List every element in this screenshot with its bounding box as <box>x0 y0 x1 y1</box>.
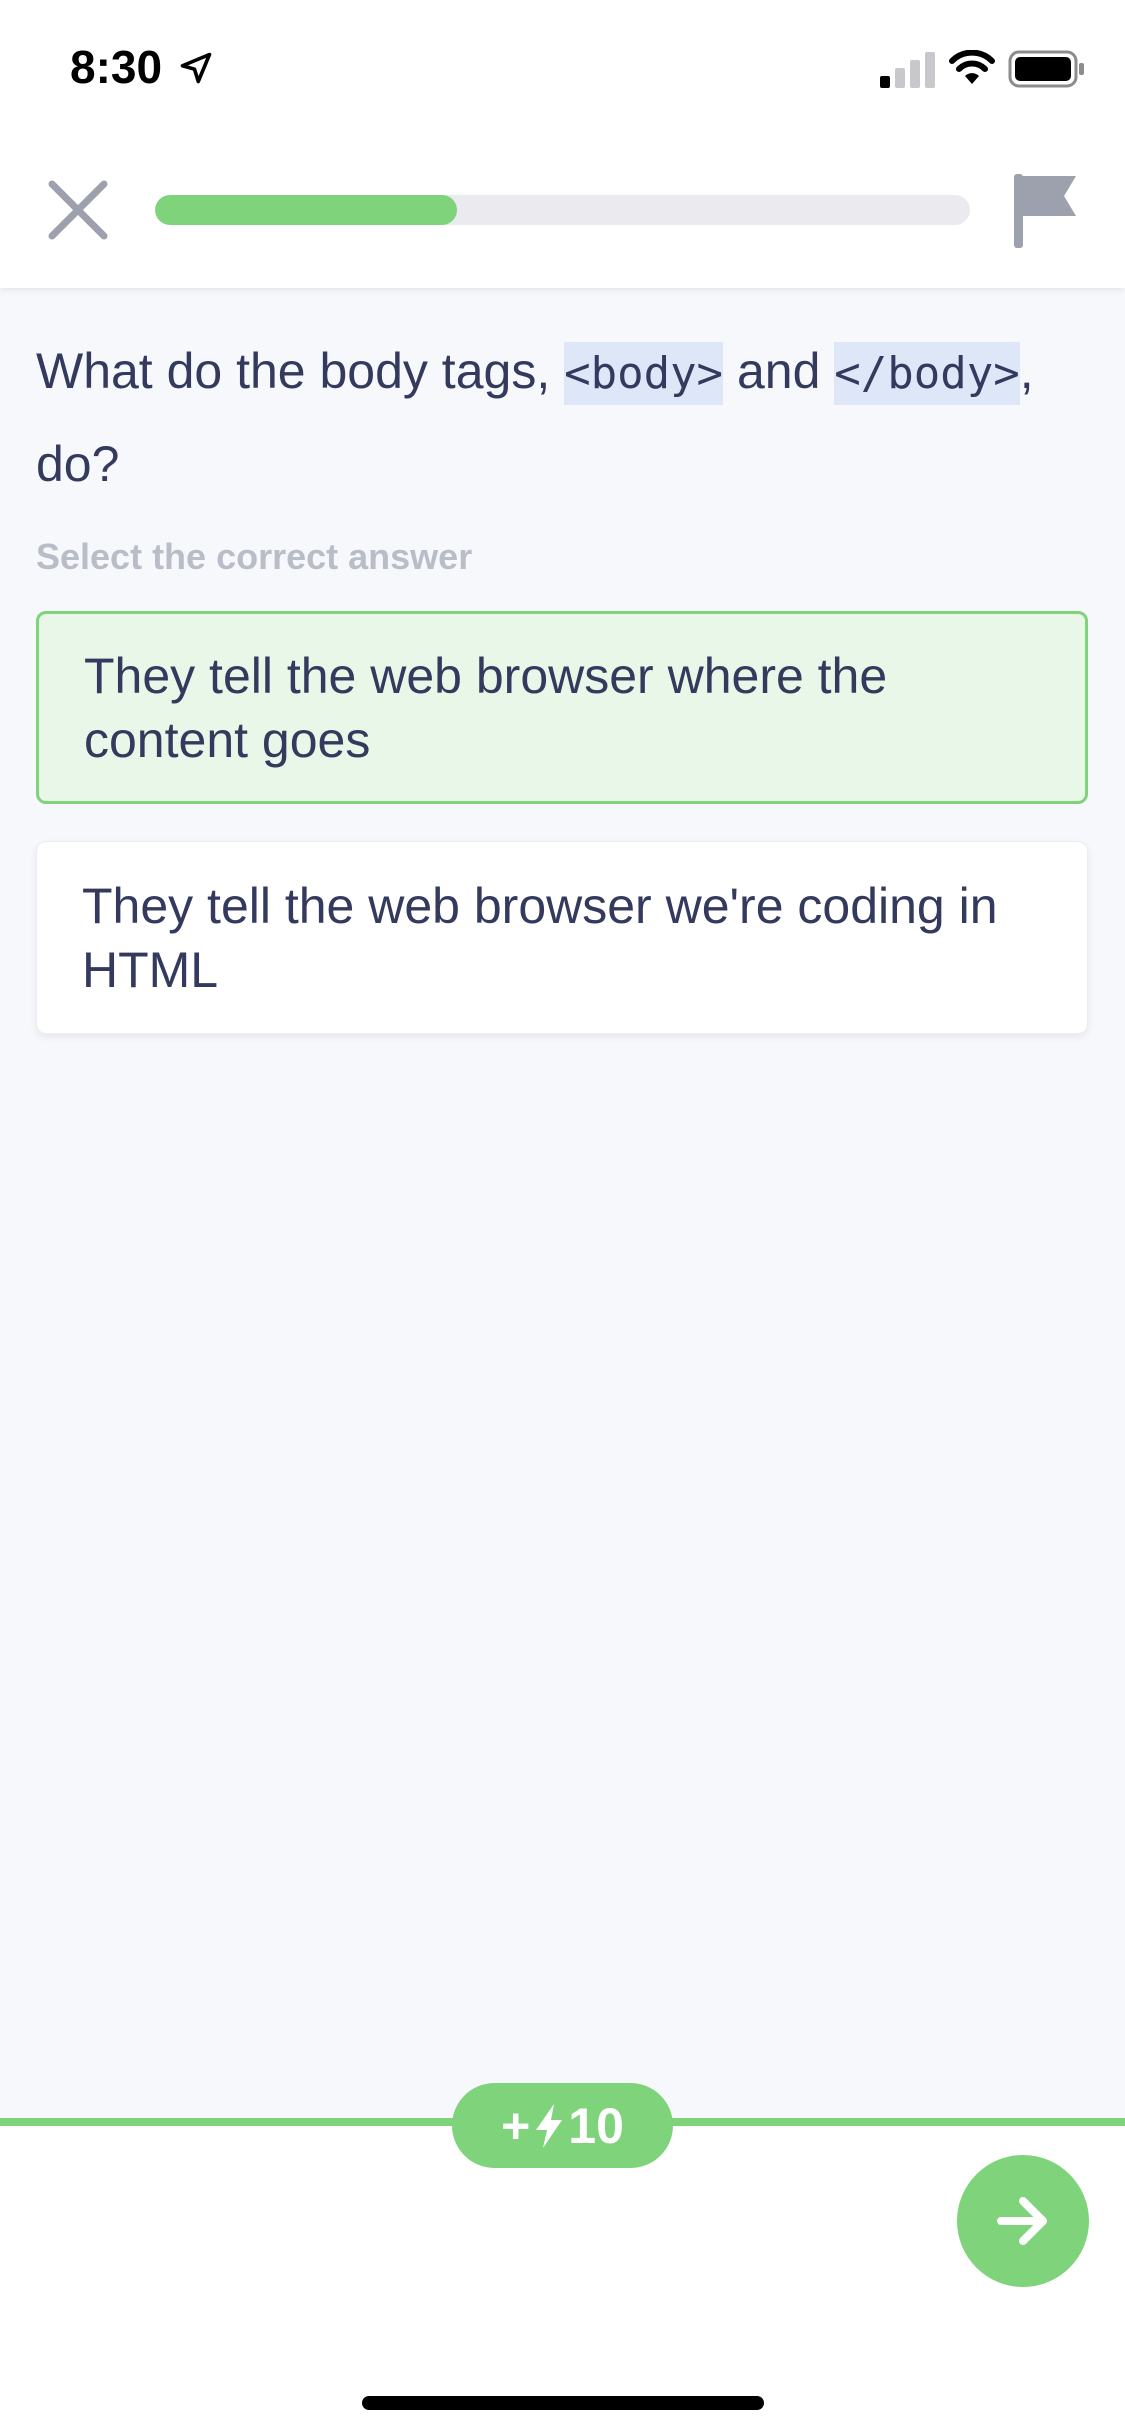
xp-reward-badge: + 10 <box>452 2083 673 2168</box>
question-text: What do the body tags, <body> and </body… <box>36 326 1076 509</box>
lightning-bolt-icon <box>536 2103 563 2148</box>
location-arrow-icon <box>180 52 212 84</box>
lesson-progress-fill <box>155 195 457 225</box>
instruction-text: Select the correct answer <box>36 536 473 577</box>
top-bar <box>0 0 1125 288</box>
close-icon[interactable] <box>44 176 112 244</box>
arrow-right-icon <box>997 2197 1047 2245</box>
code-body-open: <body> <box>564 342 724 405</box>
answer-option-2[interactable]: They tell the web browser we're coding i… <box>36 841 1088 1034</box>
question-part-2: and <box>723 343 835 399</box>
xp-value: 10 <box>568 2097 624 2154</box>
answer-option-1-label: They tell the web browser where the cont… <box>84 647 888 768</box>
question-part-1: What do the body tags, <box>36 343 565 399</box>
answer-option-1[interactable]: They tell the web browser where the cont… <box>36 611 1088 804</box>
battery-icon <box>1008 50 1084 88</box>
xp-plus: + <box>501 2097 531 2154</box>
wifi-icon <box>949 50 995 84</box>
next-button[interactable] <box>957 2155 1089 2287</box>
home-indicator <box>362 2396 764 2410</box>
signal-icon <box>880 52 935 88</box>
flag-icon[interactable] <box>1012 170 1080 250</box>
status-time: 8:30 <box>70 41 163 93</box>
code-body-close: </body> <box>834 342 1020 405</box>
lesson-progress-bar <box>155 195 970 225</box>
answer-option-2-label: They tell the web browser we're coding i… <box>82 877 998 998</box>
bottom-panel <box>0 2126 1125 2436</box>
